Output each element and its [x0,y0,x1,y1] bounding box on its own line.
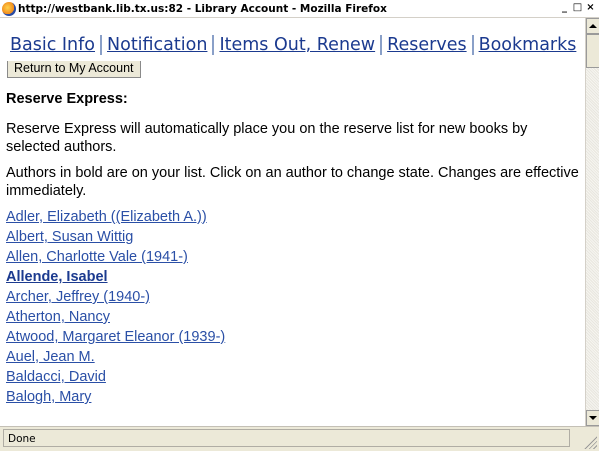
scroll-up-button[interactable] [586,18,599,34]
author-link[interactable]: Auel, Jean M. [6,347,584,367]
tab-divider [471,35,474,55]
instructions-text: Authors in bold are on your list. Click … [6,165,579,199]
account-tabs: Basic Info Notification Items Out, Renew… [0,32,585,58]
page-heading: Reserve Express: [6,91,128,107]
window-title: http://westbank.lib.tx.us:82 - Library A… [18,2,387,15]
tab-reserves[interactable]: Reserves [387,35,466,55]
status-bar: Done [0,426,599,451]
author-link[interactable]: Baldacci, David [6,367,584,387]
author-link[interactable]: Atwood, Margaret Eleanor (1939-) [6,327,584,347]
tab-notification[interactable]: Notification [107,35,207,55]
return-to-account-button[interactable]: Return to My Account [7,61,141,78]
author-link[interactable]: Allende, Isabel [6,267,584,287]
window-controls: _ □ × [558,2,597,15]
author-link[interactable]: Balogh, Mary [6,387,584,407]
close-button[interactable]: × [584,2,597,15]
tab-basic-info[interactable]: Basic Info [10,35,95,55]
tab-bookmarks[interactable]: Bookmarks [479,35,577,55]
author-link[interactable]: Archer, Jeffrey (1940-) [6,287,584,307]
page-content: Return to My Account Reserve Express: Re… [6,59,584,407]
arrow-up-icon [589,24,597,28]
author-link[interactable]: Albert, Susan Wittig [6,227,584,247]
author-link[interactable]: Atherton, Nancy [6,307,584,327]
author-link[interactable]: Allen, Charlotte Vale (1941-) [6,247,584,267]
vertical-scrollbar[interactable] [585,18,599,426]
minimize-button[interactable]: _ [558,2,571,15]
description-text: Reserve Express will automatically place… [6,121,528,155]
tab-divider [212,35,215,55]
tab-divider [380,35,383,55]
scroll-down-button[interactable] [586,410,599,426]
resize-grip-icon[interactable] [583,435,597,449]
status-panel [3,429,570,447]
arrow-down-icon [589,416,597,420]
tab-divider [100,35,103,55]
author-link[interactable]: Adler, Elizabeth ((Elizabeth A.)) [6,207,584,227]
window-titlebar: http://westbank.lib.tx.us:82 - Library A… [0,0,599,18]
firefox-icon [2,1,16,16]
scroll-thumb[interactable] [586,34,599,68]
author-list: Adler, Elizabeth ((Elizabeth A.)) Albert… [6,207,584,407]
maximize-button[interactable]: □ [571,2,584,15]
tab-items-out-renew[interactable]: Items Out, Renew [219,35,375,55]
